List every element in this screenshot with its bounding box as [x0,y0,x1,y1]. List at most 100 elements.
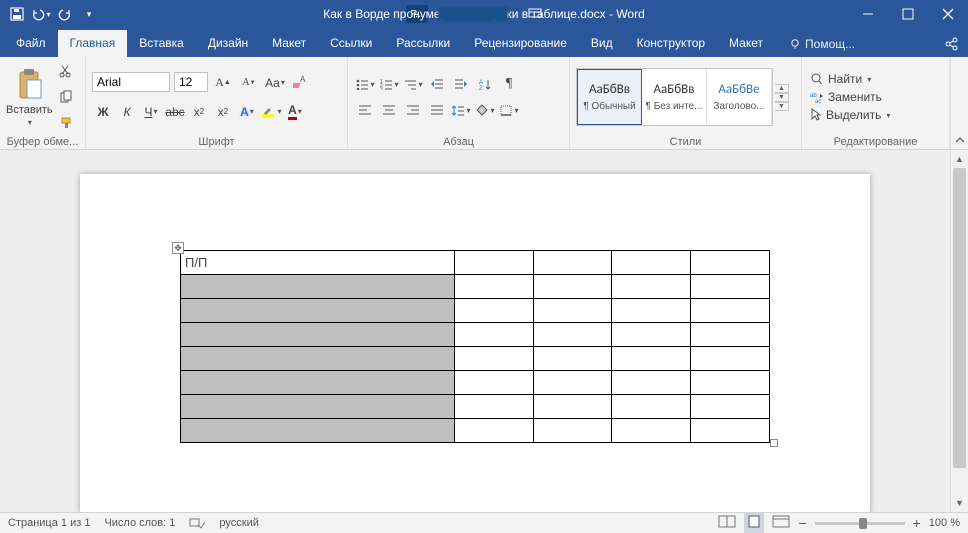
print-layout-icon[interactable] [744,513,764,533]
table-cell-selected[interactable] [181,323,455,347]
tab-review[interactable]: Рецензирование [462,30,579,57]
text-effects-icon[interactable]: A▾ [236,101,258,123]
align-center-icon[interactable] [378,99,400,121]
status-page[interactable]: Страница 1 из 1 [8,517,90,529]
zoom-level[interactable]: 100 % [929,517,960,529]
tab-view[interactable]: Вид [579,30,625,57]
qat-customize-icon[interactable]: ▾ [78,3,100,25]
style-normal[interactable]: АаБбВв¶ Обычный [577,69,642,125]
find-button[interactable]: Найти▾ [808,71,943,87]
search-icon [810,72,824,86]
tab-layout[interactable]: Макет [260,30,318,57]
multilevel-list-icon[interactable]: ▾ [402,73,424,95]
grow-font-icon[interactable]: A▲ [212,72,234,94]
vertical-scrollbar[interactable]: ▲ ▼ [950,150,968,512]
superscript-button[interactable]: x2 [212,101,234,123]
font-size-input[interactable] [174,72,208,92]
sort-icon[interactable]: AZ [474,73,496,95]
style-heading1[interactable]: АаБбВеЗаголово... [707,69,772,125]
status-word-count[interactable]: Число слов: 1 [104,517,175,529]
table-cell-selected[interactable] [181,275,455,299]
increase-indent-icon[interactable] [450,73,472,95]
undo-icon[interactable]: ▾ [30,3,52,25]
highlight-icon[interactable]: ▾ [260,101,282,123]
table-resize-handle-icon[interactable] [770,439,778,447]
read-mode-icon[interactable] [718,515,736,531]
tab-table-design[interactable]: Конструктор [625,30,717,57]
italic-button[interactable]: К [116,101,138,123]
tab-design[interactable]: Дизайн [196,30,260,57]
show-marks-icon[interactable]: ¶ [498,73,520,95]
scroll-thumb[interactable] [953,168,966,468]
line-spacing-icon[interactable]: ▾ [450,99,472,121]
shading-icon[interactable]: ▾ [474,99,496,121]
table-cell-selected[interactable] [181,419,455,443]
table-move-handle-icon[interactable]: ✥ [172,242,184,254]
share-button[interactable] [934,31,968,57]
tab-table-layout[interactable]: Макет [717,30,775,57]
save-icon[interactable] [6,3,28,25]
tab-home[interactable]: Главная [58,30,128,57]
minimize-icon[interactable] [848,0,888,28]
lightbulb-icon [789,38,801,50]
change-case-icon[interactable]: Aa▾ [264,72,286,94]
zoom-in-button[interactable]: + [913,515,921,531]
styles-gallery[interactable]: АаБбВв¶ Обычный АаБбВв¶ Без инте... АаБб… [576,68,773,126]
styles-expand-icon[interactable]: ▼ [775,102,789,111]
table-cell-selected[interactable] [181,347,455,371]
tab-mailings[interactable]: Рассылки [384,30,462,57]
decrease-indent-icon[interactable] [426,73,448,95]
tab-references[interactable]: Ссылки [318,30,384,57]
align-right-icon[interactable] [402,99,424,121]
ribbon-display-icon[interactable] [528,7,542,22]
font-name-input[interactable] [92,72,170,92]
table-header-cell[interactable]: П/П [181,251,455,275]
underline-button[interactable]: Ч▾ [140,101,162,123]
table-cell-selected[interactable] [181,371,455,395]
styles-scroll-up-icon[interactable]: ▲ [775,84,789,93]
select-button[interactable]: Выделить▾ [808,107,943,123]
scroll-down-icon[interactable]: ▼ [951,494,968,512]
align-left-icon[interactable] [354,99,376,121]
format-painter-icon[interactable] [55,112,77,134]
style-no-spacing[interactable]: АаБбВв¶ Без инте... [642,69,707,125]
web-layout-icon[interactable] [772,515,790,531]
status-language[interactable]: русский [219,517,258,529]
zoom-slider[interactable] [815,522,905,525]
copy-icon[interactable] [55,86,77,108]
scroll-up-icon[interactable]: ▲ [951,150,968,168]
tab-file[interactable]: Файл [4,30,58,57]
tab-insert[interactable]: Вставка [127,30,196,57]
document-area[interactable]: ✥ П/П [0,150,950,512]
strikethrough-button[interactable]: abc [164,101,186,123]
collapse-ribbon-icon[interactable] [950,57,968,149]
bold-button[interactable]: Ж [92,101,114,123]
numbering-icon[interactable]: 123▾ [378,73,400,95]
clear-formatting-icon[interactable]: A [290,72,312,94]
styles-scroll-down-icon[interactable]: ▼ [775,93,789,102]
user-name[interactable] [438,7,508,21]
svg-text:ac: ac [815,99,821,103]
document-table[interactable]: П/П [180,250,770,443]
cut-icon[interactable] [55,60,77,82]
paste-button[interactable]: Вставить ▾ [6,68,53,127]
maximize-icon[interactable] [888,0,928,28]
tell-me-search[interactable]: Помощ... [783,31,861,57]
close-icon[interactable] [928,0,968,28]
zoom-slider-thumb[interactable] [859,518,867,529]
replace-icon: abac [810,91,824,103]
table-cell-selected[interactable] [181,299,455,323]
spellcheck-icon[interactable] [189,515,205,532]
table-cell-selected[interactable] [181,395,455,419]
borders-icon[interactable]: ▾ [498,99,520,121]
editing-group-label: Редактирование [808,134,943,149]
replace-button[interactable]: abacЗаменить [808,89,943,105]
justify-icon[interactable] [426,99,448,121]
shrink-font-icon[interactable]: A▼ [238,72,260,94]
subscript-button[interactable]: x2 [188,101,210,123]
bullets-icon[interactable]: ▾ [354,73,376,95]
redo-icon[interactable] [54,3,76,25]
font-color-icon[interactable]: A▾ [284,101,306,123]
user-badge[interactable]: Р... [406,5,428,23]
zoom-out-button[interactable]: − [798,515,806,531]
